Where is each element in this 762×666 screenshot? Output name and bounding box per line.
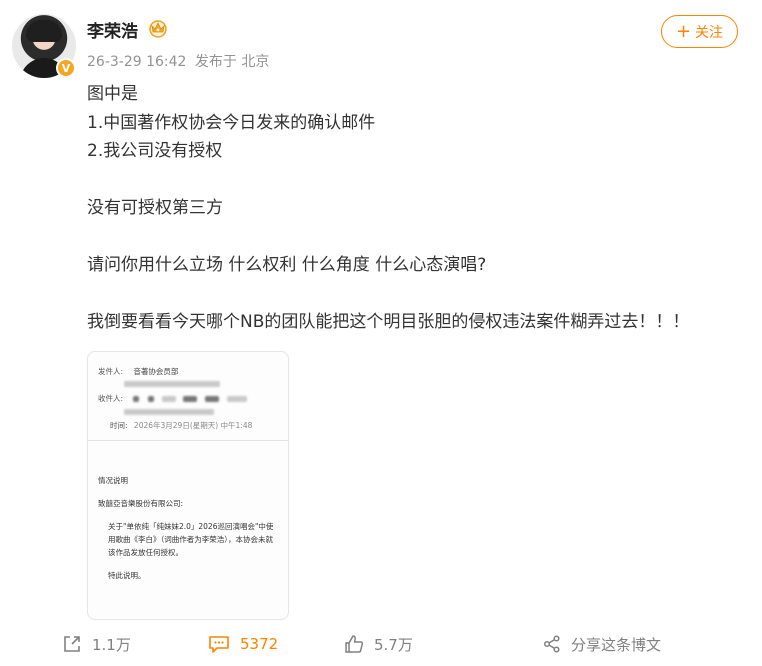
email-recipient-row: 收件人: (98, 393, 248, 404)
email-sender-row: 发件人: 音著协会员部 (98, 366, 178, 377)
comment-button[interactable]: 5372 (208, 628, 278, 660)
post-date[interactable]: 26-3-29 16:42 (87, 54, 186, 70)
email-sender-value: 音著协会员部 (133, 367, 179, 376)
post-line (87, 280, 747, 309)
post-line (87, 166, 747, 195)
post-line: 2.我公司没有授权 (87, 141, 223, 161)
verified-badge-icon: V (56, 58, 76, 78)
post-line: 1.中国著作权协会今日发来的确认邮件 (87, 112, 376, 133)
action-bar: 1.1万 5372 5.7万 分享这条博文 (0, 628, 762, 660)
comment-count: 5372 (240, 635, 279, 653)
post-location: 发布于 北京 (194, 54, 270, 70)
post-image[interactable]: 发件人: 音著协会员部 收件人: 时间: 2026年3月29日(星期天) 中午1… (87, 351, 289, 620)
forward-post-button[interactable]: 分享这条博文 (543, 628, 661, 660)
email-time-label: 时间: (110, 421, 128, 430)
post-line: 我倒要看看今天哪个NB的团队能把这个明目张胆的侵权违法案件糊弄过去！！！ (87, 312, 690, 332)
share-count: 1.1万 (92, 635, 131, 654)
forward-label: 分享这条博文 (571, 635, 662, 654)
thumbs-up-icon (345, 635, 364, 653)
like-button[interactable]: 5.7万 (344, 628, 413, 660)
email-recipient-label: 收件人: (98, 394, 124, 403)
share-button[interactable]: 1.1万 (62, 628, 131, 660)
email-addressee: 致囍亞音樂股份有限公司: (98, 499, 184, 508)
post-line: 图中是 (87, 84, 138, 104)
plus-icon: + (675, 20, 692, 42)
post-line: 没有可授权第三方 (87, 198, 223, 218)
post-body: 图中是 1.中国著作权协会今日发来的确认邮件 2.我公司没有授权 没有可授权第三… (87, 80, 747, 337)
email-sender-label: 发件人: (98, 367, 124, 376)
post-meta: 26-3-29 16:42 发布于 北京 (87, 51, 273, 71)
post-line: 请问你用什么立场 什么权利 什么角度 什么心态演唱? (87, 255, 487, 275)
email-divider (88, 440, 288, 441)
follow-label: 关注 (695, 24, 724, 41)
post-line (87, 223, 747, 252)
comment-icon (209, 636, 229, 653)
user-name[interactable]: 李荣浩 (87, 17, 138, 42)
email-paragraph: 关于"单依纯「纯妹妹2.0」2026巡回演唱会"中使用歌曲《李白》（词曲作者为李… (108, 522, 274, 557)
like-count: 5.7万 (374, 635, 413, 654)
share-icon (64, 636, 80, 652)
avatar-hair (26, 20, 62, 42)
email-time-row: 时间: 2026年3月29日(星期天) 中午1:48 (98, 420, 252, 431)
email-closing: 特此说明。 (108, 571, 146, 580)
follow-button[interactable]: + 关注 (661, 15, 738, 48)
redacted-line (124, 407, 214, 416)
email-time-value: 2026年3月29日(星期天) 中午1:48 (133, 421, 253, 430)
email-body: 情况说明 致囍亞音樂股份有限公司: 关于"单依纯「纯妹妹2.0」2026巡回演唱… (98, 474, 280, 592)
email-heading: 情况说明 (98, 476, 128, 485)
share-nodes-icon (543, 635, 560, 653)
redacted-line (124, 379, 220, 388)
member-crown-icon[interactable] (147, 18, 169, 38)
